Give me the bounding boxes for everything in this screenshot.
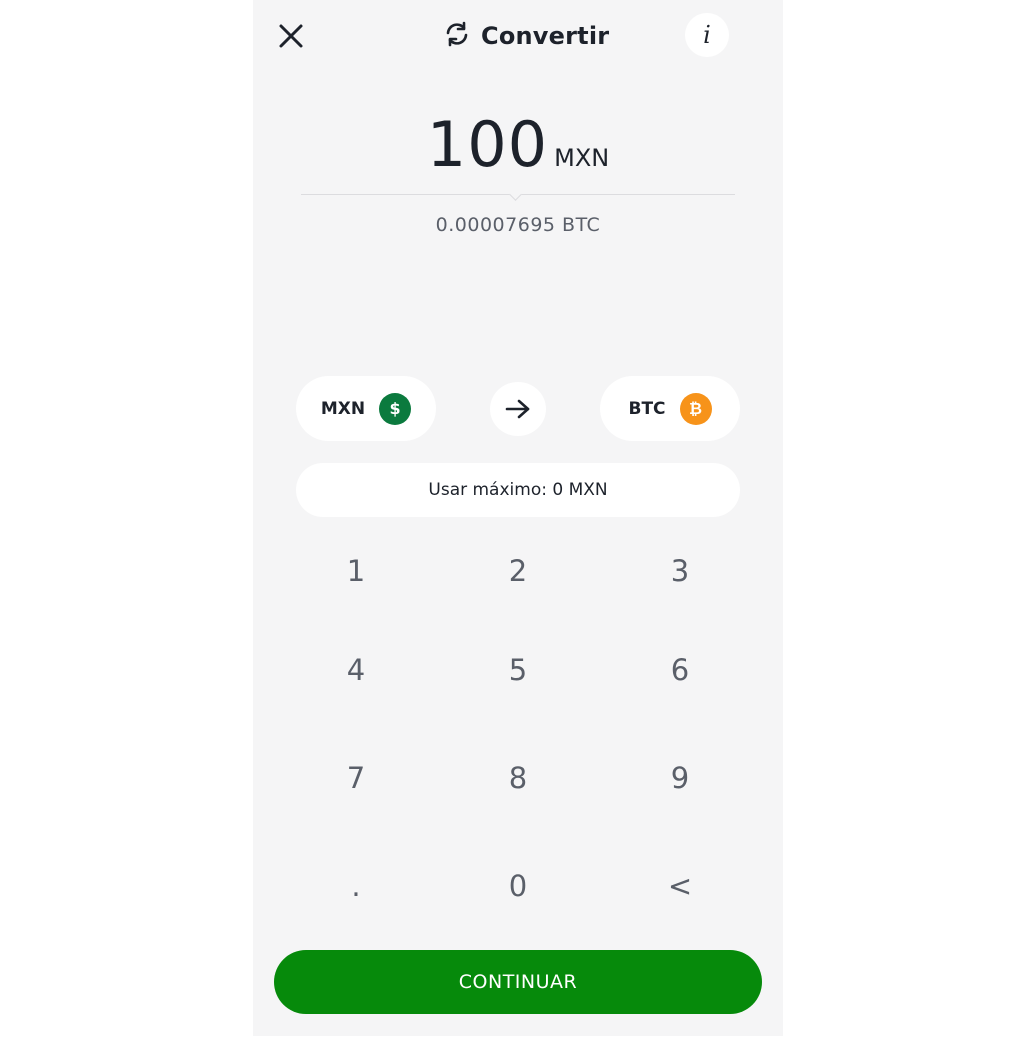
info-button[interactable]: i: [685, 13, 729, 57]
page-title-group: Convertir: [443, 18, 609, 54]
key-5[interactable]: 5: [437, 616, 599, 724]
converted-amount: 0.00007695 BTC: [435, 214, 601, 236]
key-0[interactable]: 0: [437, 832, 599, 940]
dollar-coin-icon: $: [379, 392, 412, 425]
numeric-keypad: 1 2 3 4 5 6 7 8 9 . 0 <: [275, 526, 761, 958]
key-backspace[interactable]: <: [599, 832, 761, 940]
to-currency-button[interactable]: BTC ₿: [600, 376, 740, 441]
key-3[interactable]: 3: [599, 526, 761, 616]
amount-value: 100: [426, 108, 549, 181]
swap-direction-button[interactable]: [490, 382, 546, 436]
key-1[interactable]: 1: [275, 526, 437, 616]
key-6[interactable]: 6: [599, 616, 761, 724]
arrow-right-icon: [505, 399, 530, 419]
bitcoin-coin-icon: ₿: [679, 392, 712, 425]
continue-button[interactable]: CONTINUAR: [274, 950, 762, 1014]
divider-notch: [509, 188, 522, 201]
header: Convertir i: [253, 0, 783, 72]
key-4[interactable]: 4: [275, 616, 437, 724]
close-icon[interactable]: [275, 20, 307, 52]
use-max-button[interactable]: Usar máximo: 0 MXN: [296, 463, 740, 517]
key-8[interactable]: 8: [437, 724, 599, 832]
refresh-icon: [443, 20, 471, 52]
key-9[interactable]: 9: [599, 724, 761, 832]
amount-display: 100 MXN: [253, 108, 783, 188]
from-currency-label: MXN: [320, 398, 366, 419]
from-currency-button[interactable]: MXN $: [296, 376, 436, 441]
to-currency-label: BTC: [628, 398, 666, 419]
key-2[interactable]: 2: [437, 526, 599, 616]
key-decimal[interactable]: .: [275, 832, 437, 940]
amount-currency: MXN: [554, 144, 610, 172]
convert-screen: Convertir i 100 MXN 0.00007695 BTC MXN $…: [253, 0, 783, 1036]
info-icon: i: [703, 21, 711, 49]
page-title: Convertir: [481, 22, 610, 50]
key-7[interactable]: 7: [275, 724, 437, 832]
